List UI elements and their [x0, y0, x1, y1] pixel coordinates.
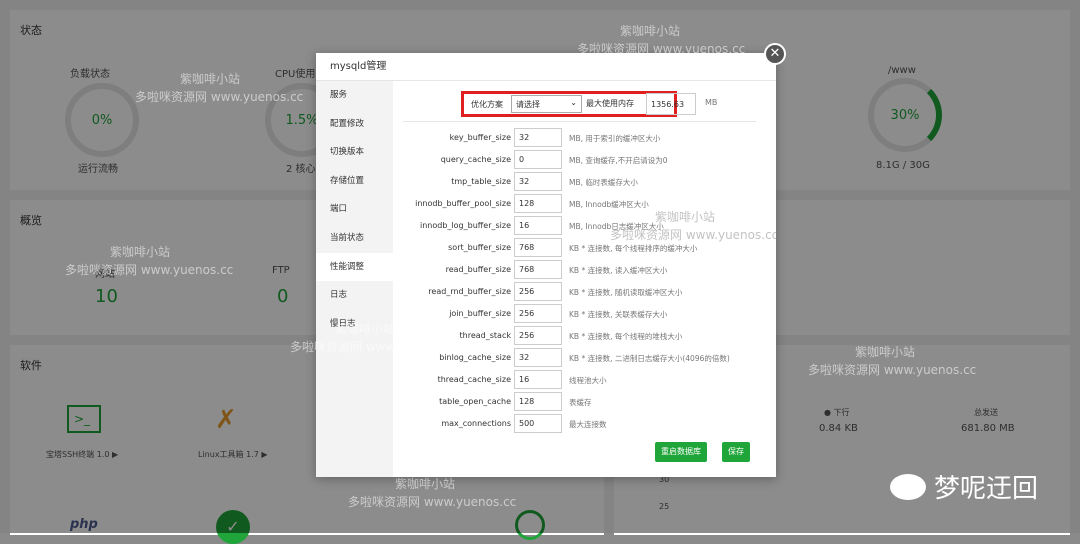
optimize-select[interactable]: 请选择 ⌄ — [511, 95, 582, 113]
menu-item-storage[interactable]: 存储位置 — [316, 167, 393, 196]
param-input[interactable]: 256 — [514, 326, 562, 345]
menu-item-config[interactable]: 配置修改 — [316, 110, 393, 139]
param-row: thread_stack 256 KB * 连接数, 每个线程的堆栈大小 — [393, 326, 776, 346]
param-row: key_buffer_size 32 MB, 用于索引的缓冲区大小 — [393, 128, 776, 148]
chevron-down-icon: ⌄ — [570, 98, 577, 107]
param-row: sort_buffer_size 768 KB * 连接数, 每个线程排序的缓冲大小 — [393, 238, 776, 258]
optimize-label: 优化方案 — [471, 100, 503, 109]
divider — [403, 121, 756, 122]
save-button[interactable]: 保存 — [722, 442, 750, 462]
param-input[interactable]: 500 — [514, 414, 562, 433]
param-input[interactable]: 32 — [514, 172, 562, 191]
menu-item-log[interactable]: 日志 — [316, 281, 393, 310]
param-row: thread_cache_size 16 线程池大小 — [393, 370, 776, 390]
max-mem-unit: MB — [705, 98, 718, 107]
brand-logo: 梦呢迂回 — [890, 468, 1038, 505]
max-mem-label: 最大使用内存 — [586, 99, 634, 108]
modal-content: 优化方案 请选择 ⌄ 最大使用内存 1356.63 MB key_buffer_s… — [393, 81, 776, 477]
modal-title: mysqld管理 — [316, 53, 776, 81]
param-row: query_cache_size 0 MB, 查询缓存,不开启请设为0 — [393, 150, 776, 170]
param-input[interactable]: 128 — [514, 194, 562, 213]
param-row: max_connections 500 最大连接数 — [393, 414, 776, 434]
param-row: read_rnd_buffer_size 256 KB * 连接数, 随机读取缓冲区… — [393, 282, 776, 302]
param-input[interactable]: 128 — [514, 392, 562, 411]
param-row: join_buffer_size 256 KB * 连接数, 关联表缓存大小 — [393, 304, 776, 324]
modal-menu: 服务 配置修改 切换版本 存储位置 端口 当前状态 性能调整 日志 慢日志 — [316, 81, 393, 477]
param-row: table_open_cache 128 表缓存 — [393, 392, 776, 412]
param-row: innodb_buffer_pool_size 128 MB, Innodb缓冲区大… — [393, 194, 776, 214]
brand-name: 梦呢迂回 — [934, 474, 1039, 504]
param-row: read_buffer_size 768 KB * 连接数, 读入缓冲区大小 — [393, 260, 776, 280]
menu-item-status[interactable]: 当前状态 — [316, 224, 393, 253]
max-mem-field[interactable]: 1356.63 — [646, 93, 696, 115]
menu-item-service[interactable]: 服务 — [316, 81, 393, 110]
param-input[interactable]: 256 — [514, 304, 562, 323]
param-input[interactable]: 768 — [514, 238, 562, 257]
menu-item-slowlog[interactable]: 慢日志 — [316, 310, 393, 339]
param-input[interactable]: 16 — [514, 370, 562, 389]
param-input[interactable]: 256 — [514, 282, 562, 301]
restart-db-button[interactable]: 重启数据库 — [655, 442, 707, 462]
param-input[interactable]: 32 — [514, 128, 562, 147]
wechat-icon — [890, 473, 926, 500]
param-input[interactable]: 16 — [514, 216, 562, 235]
mysqld-modal: mysqld管理 ✕ 服务 配置修改 切换版本 存储位置 端口 当前状态 性能调… — [316, 43, 786, 477]
param-input[interactable]: 32 — [514, 348, 562, 367]
param-row: tmp_table_size 32 MB, 临时表缓存大小 — [393, 172, 776, 192]
param-input[interactable]: 768 — [514, 260, 562, 279]
param-row: binlog_cache_size 32 KB * 连接数, 二进制日志缓存大小(4… — [393, 348, 776, 368]
menu-item-performance[interactable]: 性能调整 — [316, 252, 393, 282]
menu-item-port[interactable]: 端口 — [316, 195, 393, 224]
close-icon[interactable]: ✕ — [764, 43, 786, 65]
param-input[interactable]: 0 — [514, 150, 562, 169]
param-row: innodb_log_buffer_size 16 MB, Innodb日志缓冲区大… — [393, 216, 776, 236]
menu-item-version[interactable]: 切换版本 — [316, 138, 393, 167]
